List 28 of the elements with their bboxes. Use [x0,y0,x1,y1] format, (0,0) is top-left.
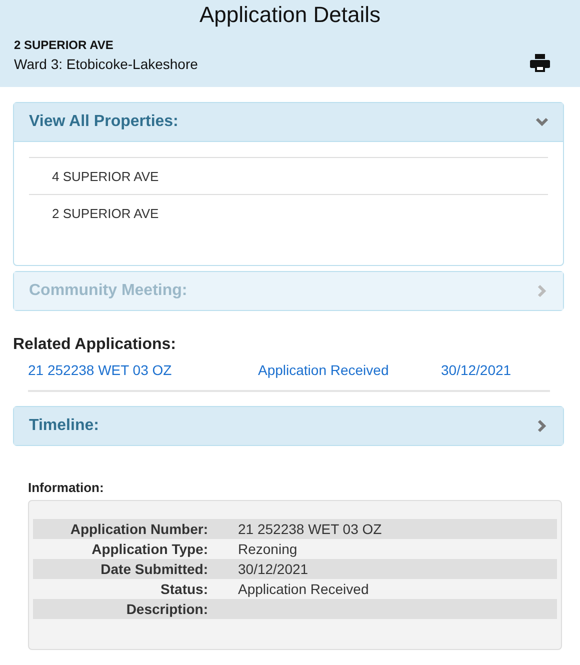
property-item[interactable]: 4 SUPERIOR AVE [29,157,548,194]
field-label: Application Number: [69,520,208,539]
field-label: Date Submitted: [100,560,208,579]
panel-title: View All Properties: [29,113,178,131]
field-value: 21 252238 WET 03 OZ [238,520,382,539]
address-text: 2 SUPERIOR AVE [14,38,114,52]
field-value: Application Received [238,580,369,599]
panel-title: Timeline: [29,417,99,435]
page-title: Application Details [198,2,382,28]
field-label: Description: [125,600,208,619]
chevron-right-icon [535,419,549,433]
section-heading: Information: [28,480,105,495]
chevron-right-icon [535,284,549,298]
field-label: Application Type: [90,540,208,559]
property-item[interactable]: 2 SUPERIOR AVE [29,194,548,231]
field-value: 30/12/2021 [238,560,308,579]
accordion-header[interactable]: Timeline: [14,407,563,445]
print-icon[interactable] [530,54,550,72]
section-heading: Related Applications: [13,336,177,354]
status-link[interactable]: Application Received [258,362,441,378]
panel-title: Community Meeting: [29,282,188,300]
field-value: Rezoning [238,540,298,559]
field-label: Status: [160,580,208,599]
accordion-header[interactable]: View All Properties: [14,103,563,141]
application-link[interactable]: 21 252238 WET 03 OZ [28,362,258,378]
ward-text: Ward 3: Etobicoke-Lakeshore [14,56,198,72]
date-link[interactable]: 30/12/2021 [441,362,512,378]
chevron-down-icon [535,115,549,129]
